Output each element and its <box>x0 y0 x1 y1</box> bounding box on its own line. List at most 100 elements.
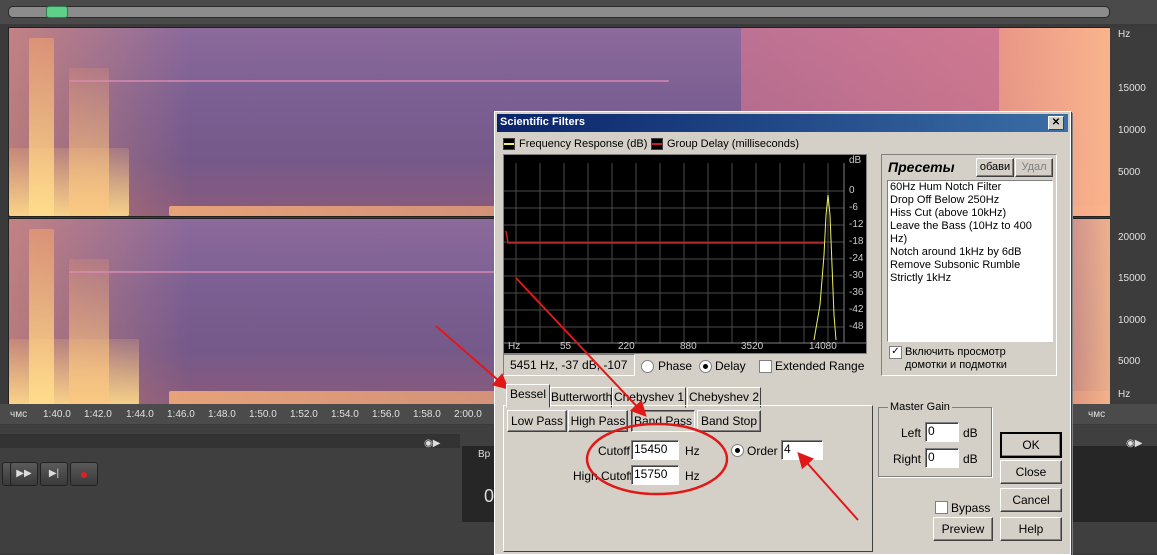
delete-preset-button[interactable]: Удал <box>1015 158 1053 177</box>
legend-frequency-response: Frequency Response (dB) <box>503 138 647 150</box>
hz-tick: 10000 <box>1118 125 1146 136</box>
horizontal-scrollbar[interactable] <box>8 6 1110 18</box>
band-pass-button[interactable]: Band Pass <box>631 410 695 432</box>
frequency-response-graph[interactable]: dB 0 -6 -12 -18 -24 -30 -36 -42 -48 Hz 5… <box>503 154 867 354</box>
ruler-tick: 1:58.0 <box>413 409 441 420</box>
close-icon[interactable]: ✕ <box>1048 116 1064 130</box>
cutoff-label: Cutoff <box>598 444 630 458</box>
db-axis-label: dB <box>849 155 862 166</box>
db-tick: -24 <box>849 253 864 264</box>
graph-status-readout: 5451 Hz, -37 dB, -107 <box>503 354 635 376</box>
high-pass-button[interactable]: High Pass <box>568 410 628 432</box>
preset-item[interactable]: Hiss Cut (above 10kHz) <box>888 207 1052 220</box>
panel-options-icon-right[interactable]: ◉▶ <box>1126 438 1152 452</box>
ruler-tick: 1:40.0 <box>43 409 71 420</box>
scientific-filters-dialog: Scientific Filters ✕ Frequency Response … <box>494 111 1071 555</box>
delay-radio[interactable] <box>699 360 712 373</box>
right-panel <box>1070 446 1157 522</box>
preset-item[interactable]: 60Hz Hum Notch Filter <box>888 181 1052 194</box>
order-radio[interactable] <box>731 444 744 457</box>
preview-button[interactable]: Preview <box>933 517 993 541</box>
ruler-tick: 2:00.0 <box>454 409 482 420</box>
freq-axis-label: Hz <box>508 341 521 352</box>
gain-right-db-unit: dB <box>963 452 978 466</box>
legend-group-delay: Group Delay (milliseconds) <box>651 138 799 150</box>
ruler-tick: 1:52.0 <box>290 409 318 420</box>
high-cutoff-hz-unit: Hz <box>685 469 700 483</box>
extended-range-checkbox[interactable] <box>759 360 772 373</box>
frequency-scale: Hz 15000 10000 5000 20000 15000 10000 50… <box>1110 27 1157 404</box>
preview-checkbox-label-1: Включить просмотр <box>905 346 1006 358</box>
hz-tick: 10000 <box>1118 315 1146 326</box>
hz-tick: 20000 <box>1118 232 1146 243</box>
gain-right-label: Right <box>893 452 922 466</box>
add-preset-button[interactable]: обави <box>976 158 1014 177</box>
record-icon[interactable]: ● <box>70 462 98 486</box>
preset-item[interactable]: Notch around 1kHz by 6dB <box>888 246 1052 259</box>
fast-forward-icon[interactable]: ▶▶ <box>10 462 38 486</box>
dialog-title: Scientific Filters <box>500 116 585 128</box>
ruler-unit-left: чмс <box>10 409 28 420</box>
legend-delay-label: Group Delay (milliseconds) <box>667 138 800 150</box>
cutoff-hz-unit: Hz <box>685 444 700 458</box>
ruler-tick: 1:42.0 <box>84 409 112 420</box>
db-tick: 0 <box>849 185 855 196</box>
tab-bessel[interactable]: Bessel <box>506 384 550 408</box>
gain-left-label: Left <box>901 426 922 440</box>
legend-freq-label: Frequency Response (dB) <box>519 138 648 150</box>
db-tick: -42 <box>849 304 864 315</box>
presets-list[interactable]: 60Hz Hum Notch Filter Drop Off Below 250… <box>887 180 1053 342</box>
hz-tick: 15000 <box>1118 83 1146 94</box>
ruler-tick: 1:56.0 <box>372 409 400 420</box>
order-input[interactable]: 4 <box>781 440 823 460</box>
ruler-tick: 1:44.0 <box>126 409 154 420</box>
db-tick: -36 <box>849 287 864 298</box>
freq-tick: 880 <box>680 341 697 352</box>
bypass-checkbox[interactable] <box>935 501 948 514</box>
delay-label: Delay <box>715 359 746 373</box>
db-tick: -30 <box>849 270 864 281</box>
high-cutoff-input[interactable]: 15750 <box>631 465 679 485</box>
db-tick: -6 <box>849 202 858 213</box>
preset-item[interactable]: Leave the Bass (10Hz to 400 Hz) <box>888 220 1052 246</box>
low-pass-button[interactable]: Low Pass <box>507 410 567 432</box>
ruler-tick: 1:48.0 <box>208 409 236 420</box>
panel-options-icon[interactable]: ◉▶ <box>424 438 450 452</box>
status-text: 5451 Hz, -37 dB, -107 <box>510 358 628 372</box>
time-panel-value: 0 <box>484 486 495 506</box>
preset-item[interactable]: Strictly 1kHz <box>888 272 1052 285</box>
presets-title: Пресеты <box>888 159 955 175</box>
preset-item[interactable]: Remove Subsonic Rumble <box>888 259 1052 272</box>
phase-label: Phase <box>658 359 693 373</box>
db-tick: -12 <box>849 219 864 230</box>
phase-radio[interactable] <box>641 360 654 373</box>
close-button[interactable]: Close <box>1000 460 1062 484</box>
db-tick: -48 <box>849 321 864 332</box>
preview-checkbox[interactable]: ✓ <box>889 346 902 359</box>
hz-tick: 5000 <box>1118 356 1141 367</box>
help-button[interactable]: Help <box>1000 517 1062 541</box>
preview-checkbox-label-2: домотки и подмотки <box>905 359 1007 371</box>
freq-tick: 14080 <box>809 341 837 352</box>
hz-scale-label-bottom: Hz <box>1118 389 1131 400</box>
preset-item[interactable]: Drop Off Below 250Hz <box>888 194 1052 207</box>
transport-header <box>0 434 460 448</box>
ok-button[interactable]: OK <box>1000 432 1062 458</box>
skip-end-icon[interactable]: ▶| <box>40 462 68 486</box>
ruler-tick: 1:54.0 <box>331 409 359 420</box>
freq-tick: 3520 <box>741 341 764 352</box>
freq-tick: 220 <box>618 341 635 352</box>
hz-scale-label: Hz <box>1118 29 1131 40</box>
band-stop-button[interactable]: Band Stop <box>697 410 761 432</box>
db-tick: -18 <box>849 236 864 247</box>
hz-tick: 5000 <box>1118 167 1141 178</box>
cancel-button[interactable]: Cancel <box>1000 488 1062 512</box>
cutoff-input[interactable]: 15450 <box>631 440 679 460</box>
gain-left-db-unit: dB <box>963 426 978 440</box>
freq-tick: 55 <box>560 341 572 352</box>
gain-right-input[interactable]: 0 <box>925 448 959 468</box>
dialog-titlebar[interactable]: Scientific Filters ✕ <box>497 114 1068 132</box>
scrollbar-thumb[interactable] <box>46 6 68 18</box>
order-label: Order <box>747 444 778 458</box>
gain-left-input[interactable]: 0 <box>925 422 959 442</box>
